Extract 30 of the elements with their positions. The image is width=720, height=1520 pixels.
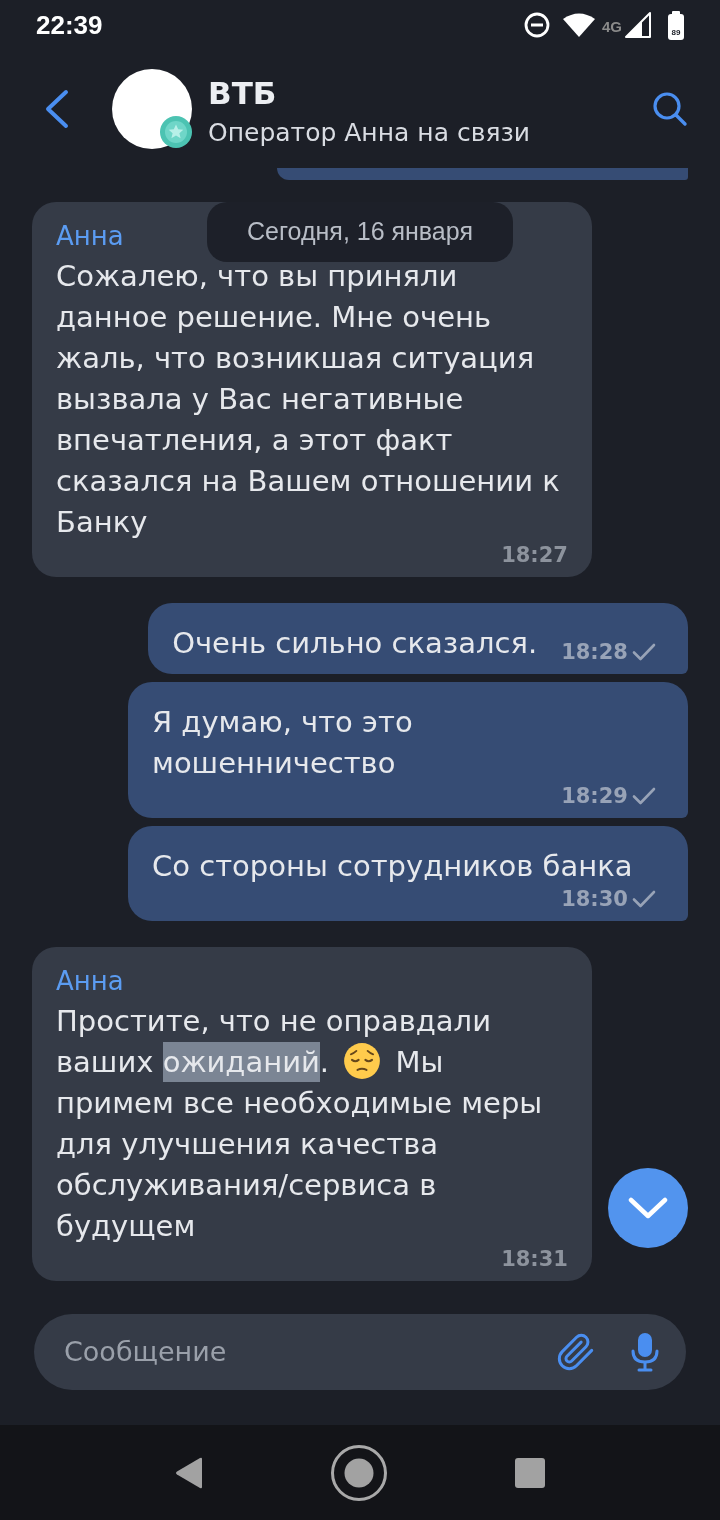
chevron-down-icon — [628, 1197, 668, 1219]
home-circle-icon[interactable] — [330, 1443, 388, 1502]
signal-icon — [624, 11, 652, 39]
sender-name: Анна — [56, 965, 124, 998]
chat-subtitle: Оператор Анна на связи — [208, 117, 530, 149]
battery-percent: 89 — [671, 27, 681, 37]
back-triangle-icon[interactable] — [174, 1456, 204, 1489]
composer-bar[interactable]: Сообщение — [34, 1314, 686, 1390]
message-time: 18:28 — [561, 640, 628, 664]
sender-name: Анна — [56, 220, 124, 253]
message-time: 18:31 — [501, 1247, 568, 1271]
selected-text: ожиданий — [162, 1042, 320, 1082]
message-time: 18:29 — [561, 784, 628, 808]
chat-title: ВТБ — [208, 74, 277, 113]
microphone-icon[interactable] — [630, 1332, 660, 1372]
wifi-icon — [562, 12, 596, 38]
message-text: Очень сильно сказался. — [172, 625, 538, 662]
message-time: 18:30 — [561, 887, 628, 911]
do-not-disturb-icon — [524, 12, 550, 38]
star-badge-icon — [160, 116, 192, 148]
date-separator: Сегодня, 16 января — [207, 202, 513, 262]
recents-square-icon[interactable] — [514, 1456, 546, 1489]
message-time: 18:27 — [501, 543, 568, 567]
clock-time: 22:39 — [36, 10, 103, 40]
message-text: Я думаю, что это мошенничество — [152, 704, 414, 782]
message-input[interactable]: Сообщение — [64, 1334, 546, 1370]
message-text: Со стороны сотрудников банка — [152, 848, 633, 885]
network-type: 4G — [602, 18, 622, 35]
message-text: Простите, что не оправдали ваших ожиданий. Мы примем все необходимые меры для улучшения качества обслуживания/сервиса в будущем — [56, 1003, 544, 1245]
search-icon[interactable] — [652, 91, 688, 127]
